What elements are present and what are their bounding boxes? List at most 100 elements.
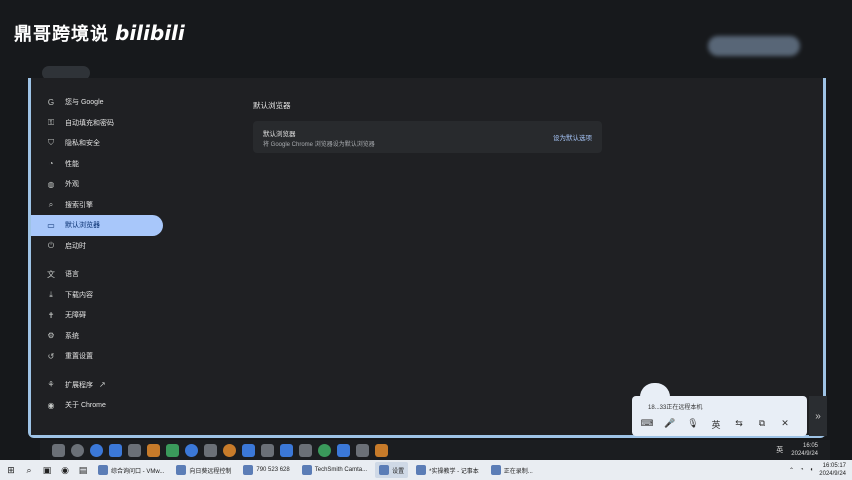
taskbar-item-label: 综合询问口 - VMw... [111, 468, 165, 475]
system-tray: ⌃ ◔ ◖ 16:05:17 2024/9/24 [789, 462, 846, 478]
keyboard-icon[interactable]: ⌨ [640, 418, 654, 431]
translate-icon: 文 [47, 269, 55, 279]
taskbar-item-label: 向日葵远程控制 [189, 468, 232, 475]
search-icon[interactable]: ⌕ [22, 463, 36, 477]
app-icon[interactable] [204, 443, 217, 457]
sidebar-item-on-startup[interactable]: ⏻ 启动时 [31, 236, 163, 257]
app-icon[interactable] [261, 443, 274, 457]
sidebar-item-autofill[interactable]: ⚿ 自动填充和密码 [31, 113, 163, 134]
blurred-button[interactable] [708, 36, 800, 56]
taskbar-item-sunlogin[interactable]: 向日葵远程控制 [172, 462, 235, 478]
sidebar-item-performance[interactable]: ◔ 性能 [31, 154, 163, 175]
app-icon[interactable] [356, 443, 369, 457]
set-default-button[interactable]: 设为默认选项 [553, 132, 592, 142]
taskbar-item-settings[interactable]: 设置 [375, 462, 409, 478]
power-icon: ⏻ [47, 240, 55, 250]
taskbar-item-vmware[interactable]: 综合询问口 - VMw... [94, 462, 168, 478]
chrome-icon[interactable]: ◉ [58, 463, 72, 477]
system-clock[interactable]: 16:05:17 2024/9/24 [819, 462, 846, 478]
expand-chevron-icon[interactable]: » [809, 396, 827, 436]
close-icon[interactable]: ✕ [778, 418, 792, 431]
remote-taskbar: 英 16:05 2024/9/24 [40, 440, 830, 460]
download-icon: ⤓ [49, 289, 53, 299]
accessibility-icon: ✝ [47, 310, 55, 320]
sidebar-item-search-engine[interactable]: ⌕ 搜索引擎 [31, 195, 163, 216]
switch-icon[interactable]: ⇆ [732, 418, 746, 431]
app-icon[interactable] [337, 443, 350, 457]
sidebar-item-appearance[interactable]: ◍ 外观 [31, 174, 163, 195]
notepad-icon [416, 465, 427, 475]
card-title: 默认浏览器 [263, 131, 296, 138]
sidebar-item-you-and-google[interactable]: G 您与 Google [31, 92, 163, 113]
page-title: 默认浏览器 [253, 101, 291, 110]
sidebar-item-default-browser[interactable]: ▭ 默认浏览器 [31, 215, 163, 236]
remote-clock[interactable]: 16:05 2024/9/24 [791, 442, 818, 458]
remote-tray: 英 16:05 2024/9/24 [776, 442, 818, 458]
folder-icon[interactable]: ▤ [76, 463, 90, 477]
task-view-icon[interactable]: ▣ [40, 463, 54, 477]
taskbar-item-notepad[interactable]: *实操教学 - 记事本 [412, 462, 483, 478]
sidebar-item-reset-settings[interactable]: ↺ 重置设置 [31, 346, 163, 367]
app-icon[interactable] [166, 443, 179, 457]
taskbar-item-remote-id[interactable]: 790 523 628 [239, 462, 293, 478]
input-language[interactable]: 英 [776, 445, 783, 455]
app-icon[interactable] [52, 443, 65, 457]
browser-window-icon: ▭ [47, 220, 55, 230]
remote-date: 2024/9/24 [791, 451, 818, 457]
chrome-icon: ◉ [47, 400, 55, 410]
app-icon[interactable] [280, 443, 293, 457]
settings-page: G 您与 Google ⚿ 自动填充和密码 ⛉ 隐私和安全 ◔ 性能 ◍ 外观 … [31, 78, 823, 435]
taskbar-item-recording[interactable]: 正在录制... [487, 462, 537, 478]
ime-toolbar: 18...33正在远程本机 ⌨ 🎤 🎙 英 ⇆ ⧉ ✕ [632, 396, 807, 436]
key-icon: ⚿ [47, 117, 55, 127]
sidebar-item-label: 重置设置 [65, 353, 93, 361]
edge-icon[interactable] [90, 443, 103, 457]
wechat-icon[interactable] [318, 443, 331, 457]
folder-icon[interactable] [147, 443, 160, 457]
system-time: 16:05:17 [822, 463, 846, 469]
sidebar-item-label: 关于 Chrome [65, 402, 106, 410]
app-icon[interactable] [299, 443, 312, 457]
sidebar-item-about-chrome[interactable]: ◉ 关于 Chrome [31, 395, 163, 416]
taskbar-item-label: *实操教学 - 记事本 [429, 468, 479, 475]
os-taskbar: ⊞ ⌕ ▣ ◉ ▤ 综合询问口 - VMw... 向日葵远程控制 790 523… [0, 460, 852, 480]
network-icon[interactable]: ◔ [800, 467, 804, 473]
chrome-icon[interactable] [185, 443, 198, 457]
app-icon[interactable] [109, 443, 122, 457]
taskbar-item-label: 790 523 628 [256, 467, 290, 473]
tiktok-icon[interactable] [128, 443, 141, 457]
taskbar-item-label: 正在录制... [503, 468, 533, 475]
ime-tools: ⌨ 🎤 🎙 英 ⇆ ⧉ ✕ [640, 418, 792, 431]
taskbar-item-camtasia[interactable]: TechSmith Camta... [298, 462, 371, 478]
google-icon: G [47, 97, 55, 107]
vmware-icon [98, 465, 108, 475]
chevron-up-icon[interactable]: ⌃ [789, 467, 794, 474]
language-toggle[interactable]: 英 [709, 418, 723, 431]
volume-icon[interactable]: ◖ [810, 467, 814, 473]
sidebar-item-languages[interactable]: 文 语言 [31, 264, 163, 285]
sidebar-item-extensions[interactable]: ⚘ 扩展程序 ↗ [31, 375, 163, 396]
sidebar-item-label: 隐私和安全 [65, 140, 100, 148]
app-icon[interactable] [375, 443, 388, 457]
screen: 鼎哥跨境说 bilibili G 您与 Google ⚿ 自动填充和密码 ⛉ 隐… [0, 0, 852, 480]
app-icon[interactable] [242, 443, 255, 457]
sidebar-item-accessibility[interactable]: ✝ 无障碍 [31, 305, 163, 326]
sidebar-item-system[interactable]: ⚙ 系统 [31, 326, 163, 347]
microphone-icon[interactable]: 🎤 [663, 418, 677, 431]
app-icon[interactable] [223, 443, 236, 457]
remote-status-text: 18...33正在远程本机 [648, 405, 703, 411]
window-icon[interactable]: ⧉ [755, 418, 769, 431]
sidebar-item-downloads[interactable]: ⤓ 下载内容 [31, 285, 163, 306]
remote-icon [243, 465, 254, 475]
taskbar-item-label: 设置 [392, 468, 405, 475]
palette-icon: ◍ [47, 179, 55, 189]
windows-start-icon[interactable]: ⊞ [4, 463, 18, 477]
watermark: 鼎哥跨境说 bilibili [14, 20, 185, 46]
voice-icon[interactable]: 🎙 [686, 418, 700, 431]
remote-time: 16:05 [802, 443, 818, 449]
sidebar-item-privacy[interactable]: ⛉ 隐私和安全 [31, 133, 163, 154]
search-icon[interactable] [71, 443, 84, 457]
sidebar-item-label: 系统 [65, 332, 79, 340]
